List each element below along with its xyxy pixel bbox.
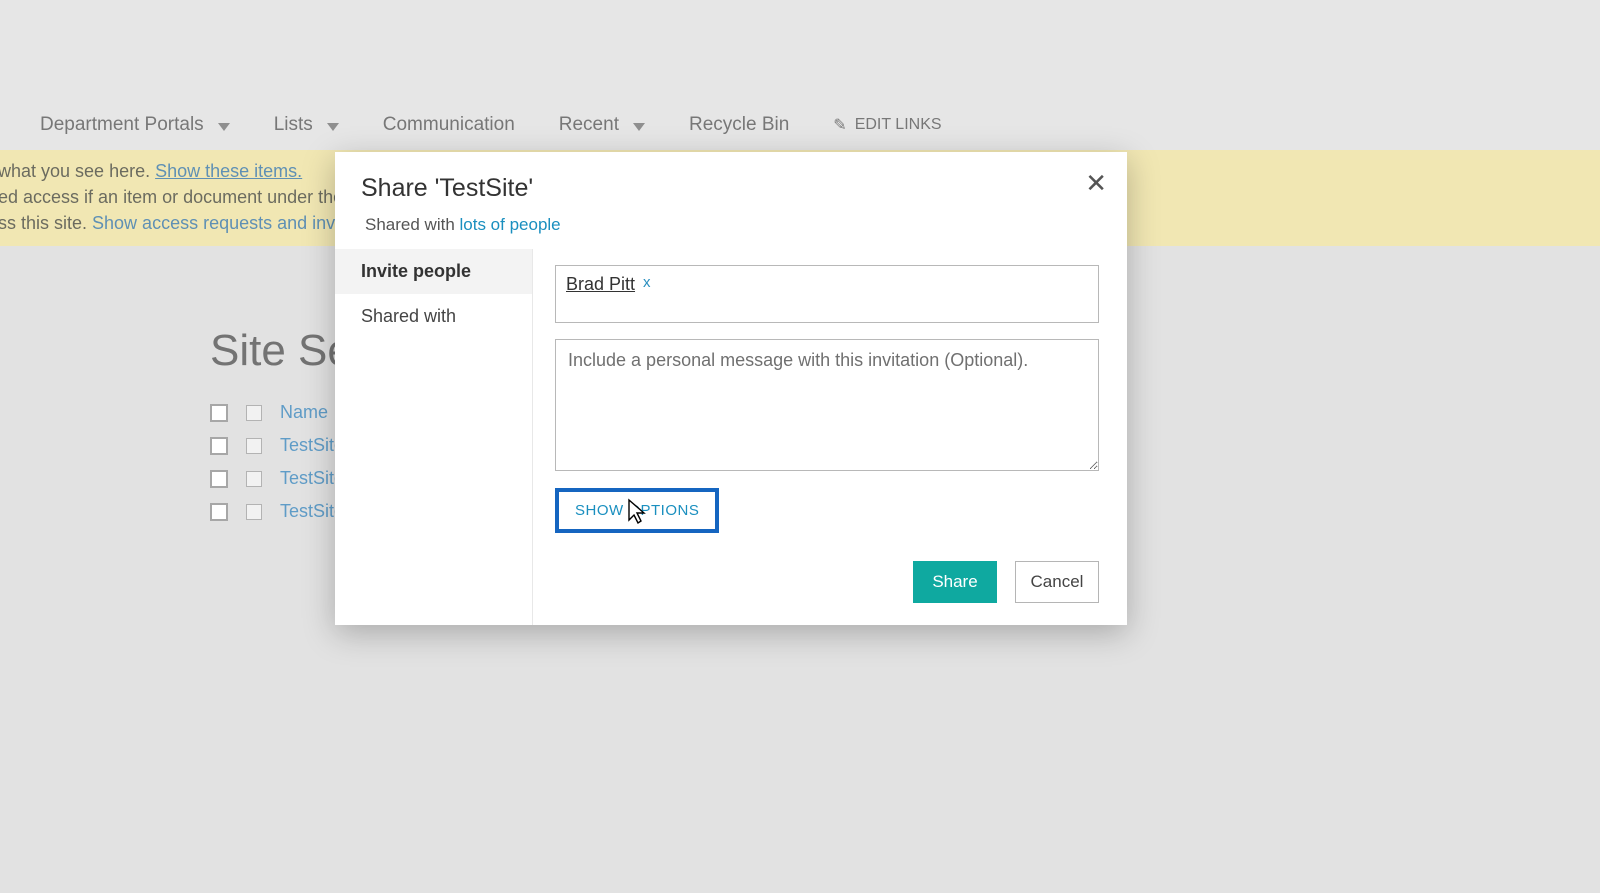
- shared-with-link[interactable]: lots of people: [460, 215, 561, 234]
- invite-form: Brad Pitt x SHOW OPTIONS Share Cancel: [533, 249, 1127, 625]
- share-dialog: Share 'TestSite' ✕ Shared with lots of p…: [335, 152, 1127, 625]
- tab-shared-with[interactable]: Shared with: [335, 294, 532, 339]
- dialog-side-tabs: Invite people Shared with: [335, 249, 533, 625]
- cancel-button[interactable]: Cancel: [1015, 561, 1099, 603]
- shared-with-summary: Shared with lots of people: [335, 205, 1127, 249]
- modal-overlay: Share 'TestSite' ✕ Shared with lots of p…: [0, 0, 1600, 893]
- dialog-title: Share 'TestSite': [361, 174, 1101, 203]
- share-button[interactable]: Share: [913, 561, 997, 603]
- people-picker[interactable]: Brad Pitt x: [555, 265, 1099, 323]
- tab-invite-people[interactable]: Invite people: [335, 249, 532, 294]
- message-input[interactable]: [555, 339, 1099, 471]
- person-chip[interactable]: Brad Pitt: [566, 274, 635, 295]
- remove-person-icon[interactable]: x: [643, 274, 651, 291]
- dialog-button-row: Share Cancel: [555, 561, 1099, 603]
- dialog-header: Share 'TestSite' ✕: [335, 152, 1127, 205]
- show-options-button[interactable]: SHOW OPTIONS: [555, 488, 719, 533]
- shared-prefix: Shared with: [365, 215, 460, 234]
- close-icon[interactable]: ✕: [1085, 170, 1107, 196]
- dialog-body: Invite people Shared with Brad Pitt x SH…: [335, 249, 1127, 625]
